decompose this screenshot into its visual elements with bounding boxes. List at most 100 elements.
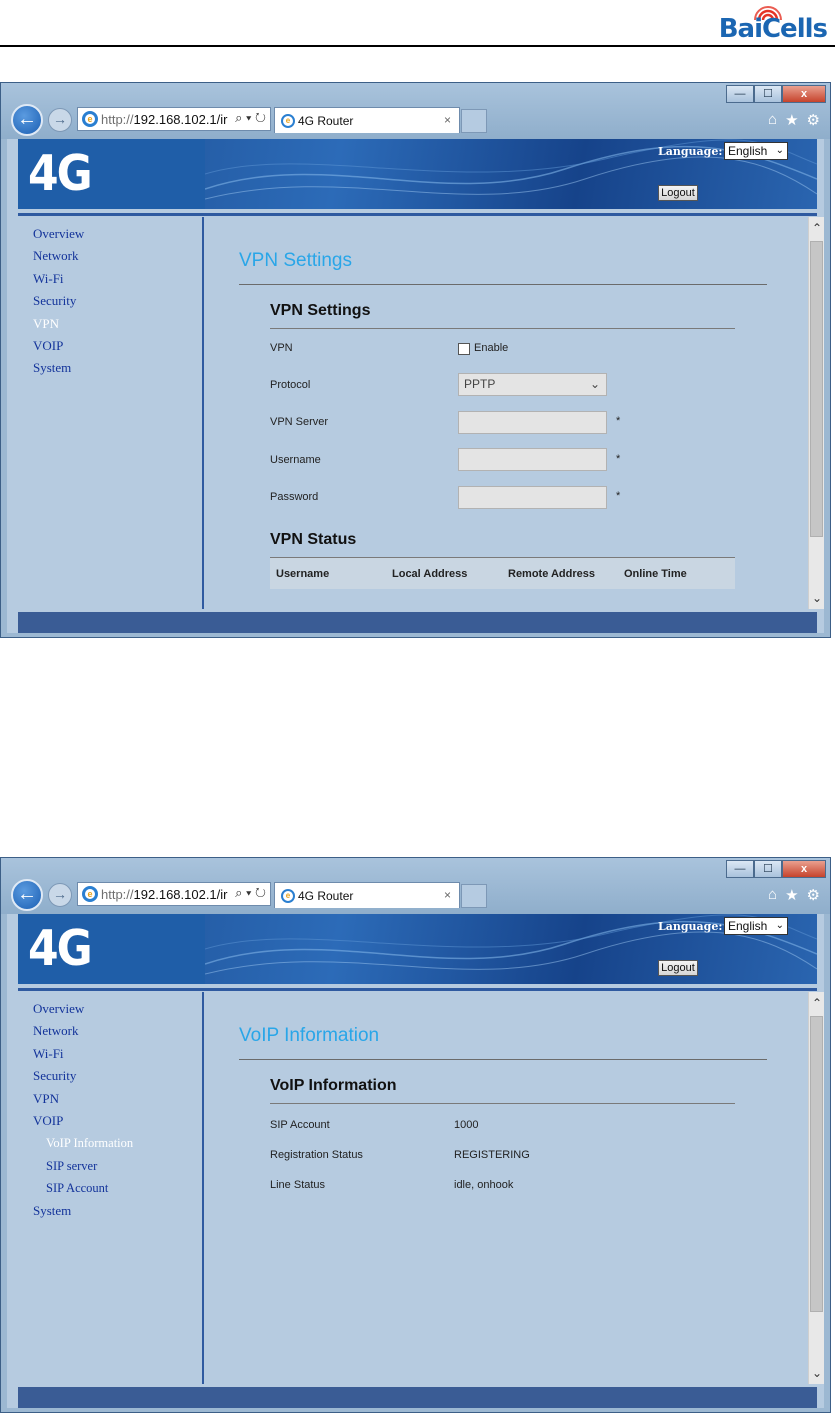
tab-ie-icon: e	[281, 888, 295, 903]
protocol-label: Protocol	[270, 379, 311, 391]
close-button[interactable]: x	[782, 85, 826, 103]
tab-4g-router[interactable]: e 4G Router ×	[274, 107, 460, 133]
back-arrow-icon[interactable]: ←	[11, 879, 43, 911]
sip-account-value: 1000	[454, 1119, 479, 1131]
sidebar-item-security[interactable]: Security	[18, 290, 202, 312]
maximize-button[interactable]: ☐	[754, 860, 782, 878]
protocol-select[interactable]: PPTP ⌄	[458, 373, 607, 396]
logout-button[interactable]: Logout	[658, 960, 698, 976]
tools-gear-icon[interactable]: ⚙	[807, 886, 820, 904]
forward-arrow-icon[interactable]: →	[48, 108, 72, 132]
title-divider	[239, 284, 767, 285]
vpn-enable-checkbox[interactable]	[458, 343, 470, 355]
sidebar-item-network[interactable]: Network	[18, 245, 202, 267]
sidebar-item-network[interactable]: Network	[18, 1020, 202, 1042]
chevron-down-icon: ⌄	[589, 377, 600, 391]
sidebar-item-system[interactable]: System	[18, 1200, 202, 1222]
line-status-value: idle, onhook	[454, 1179, 514, 1191]
language-value: English	[728, 144, 768, 158]
minimize-button[interactable]: —	[726, 85, 754, 103]
main-content: VoIP Information VoIP Information SIP Ac…	[207, 992, 801, 1384]
section-divider	[270, 1103, 735, 1104]
vertical-scrollbar[interactable]: ⌃ ⌄	[808, 217, 824, 609]
scroll-thumb[interactable]	[810, 1016, 823, 1312]
baicells-logo: BaiCells	[717, 2, 828, 44]
column-header: Username	[276, 568, 330, 580]
sidebar-subitem-voip-information[interactable]: VoIP Information	[18, 1132, 202, 1154]
username-input[interactable]	[458, 448, 607, 471]
vpn-server-input[interactable]	[458, 411, 607, 434]
new-tab-button[interactable]	[461, 884, 487, 908]
sip-account-label: SIP Account	[270, 1119, 330, 1131]
username-label: Username	[270, 454, 321, 466]
url-protocol: http://	[101, 886, 134, 902]
document-header: BaiCells	[0, 0, 835, 50]
home-icon[interactable]: ⌂	[768, 886, 777, 904]
registration-status-label: Registration Status	[270, 1149, 363, 1161]
title-divider	[239, 1059, 767, 1060]
address-tools-icon[interactable]: ⌕ ▾ ↻	[233, 885, 266, 901]
scroll-up-icon[interactable]: ⌃	[809, 992, 825, 1014]
logout-button[interactable]: Logout	[658, 185, 698, 201]
required-mark: *	[616, 415, 621, 427]
sidebar-subitem-sip-server[interactable]: SIP server	[18, 1155, 202, 1177]
router-banner: 4G Router Language: English ⌄ Logout	[18, 139, 817, 209]
sidebar-item-vpn[interactable]: VPN	[18, 313, 202, 335]
sidebar-item-wifi[interactable]: Wi-Fi	[18, 268, 202, 290]
column-header: Remote Address	[508, 568, 596, 580]
scroll-thumb[interactable]	[810, 241, 823, 537]
language-label: Language:	[658, 920, 723, 933]
router-brand: 4G Router	[28, 920, 186, 984]
command-icons: ⌂ ★ ⚙	[768, 111, 820, 129]
footer-bar	[18, 612, 817, 633]
address-bar[interactable]: e http://192.168.102.1/ir ⌕ ▾ ↻	[77, 107, 271, 131]
vertical-scrollbar[interactable]: ⌃ ⌄	[808, 992, 824, 1384]
close-button[interactable]: x	[782, 860, 826, 878]
main-content: VPN Settings VPN Settings VPN Enable Pro…	[207, 217, 801, 609]
maximize-button[interactable]: ☐	[754, 85, 782, 103]
scroll-down-icon[interactable]: ⌄	[809, 1362, 825, 1384]
language-select[interactable]: English ⌄	[724, 917, 788, 935]
url-host: 192.168.102.1/ir	[133, 111, 228, 127]
window-controls: — ☐ x	[726, 85, 826, 103]
column-header: Local Address	[392, 568, 468, 580]
tab-close-icon[interactable]: ×	[444, 113, 451, 127]
tab-4g-router[interactable]: e 4G Router ×	[274, 882, 460, 908]
address-bar[interactable]: e http://192.168.102.1/ir ⌕ ▾ ↻	[77, 882, 271, 906]
favorites-star-icon[interactable]: ★	[785, 886, 798, 904]
language-label: Language:	[658, 145, 723, 158]
banner-logo-block: 4G Router	[18, 914, 205, 984]
home-icon[interactable]: ⌂	[768, 111, 777, 129]
favorites-star-icon[interactable]: ★	[785, 111, 798, 129]
sidebar-subitem-sip-account[interactable]: SIP Account	[18, 1177, 202, 1199]
browser-titlebar: — ☐ x ← → e http://192.168.102.1/ir ⌕ ▾ …	[1, 83, 830, 139]
sidebar-item-overview[interactable]: Overview	[18, 223, 202, 245]
tools-gear-icon[interactable]: ⚙	[807, 111, 820, 129]
sidebar-item-wifi[interactable]: Wi-Fi	[18, 1043, 202, 1065]
sidebar-nav: Overview Network Wi-Fi Security VPN VOIP…	[18, 992, 204, 1384]
language-select[interactable]: English ⌄	[724, 142, 788, 160]
tab-close-icon[interactable]: ×	[444, 888, 451, 902]
banner-divider	[18, 988, 817, 991]
sidebar-item-overview[interactable]: Overview	[18, 998, 202, 1020]
scroll-up-icon[interactable]: ⌃	[809, 217, 825, 239]
scroll-down-icon[interactable]: ⌄	[809, 587, 825, 609]
new-tab-button[interactable]	[461, 109, 487, 133]
line-status-label: Line Status	[270, 1179, 326, 1191]
back-arrow-icon[interactable]: ←	[11, 104, 43, 136]
sidebar-item-voip[interactable]: VOIP	[18, 335, 202, 357]
chevron-down-icon: ⌄	[775, 920, 784, 931]
password-input[interactable]	[458, 486, 607, 509]
sidebar-item-voip[interactable]: VOIP	[18, 1110, 202, 1132]
minimize-button[interactable]: —	[726, 860, 754, 878]
sidebar-item-security[interactable]: Security	[18, 1065, 202, 1087]
vpn-enable-label[interactable]: Enable	[474, 342, 508, 354]
page-title: VoIP Information	[239, 1025, 380, 1046]
sidebar-nav: Overview Network Wi-Fi Security VPN VOIP…	[18, 217, 204, 609]
address-tools-icon[interactable]: ⌕ ▾ ↻	[233, 110, 266, 126]
sidebar-item-system[interactable]: System	[18, 357, 202, 379]
sidebar-item-vpn[interactable]: VPN	[18, 1088, 202, 1110]
router-brand: 4G Router	[28, 145, 186, 209]
forward-arrow-icon[interactable]: →	[48, 883, 72, 907]
vpn-status-table-header: Username Local Address Remote Address On…	[270, 557, 735, 589]
